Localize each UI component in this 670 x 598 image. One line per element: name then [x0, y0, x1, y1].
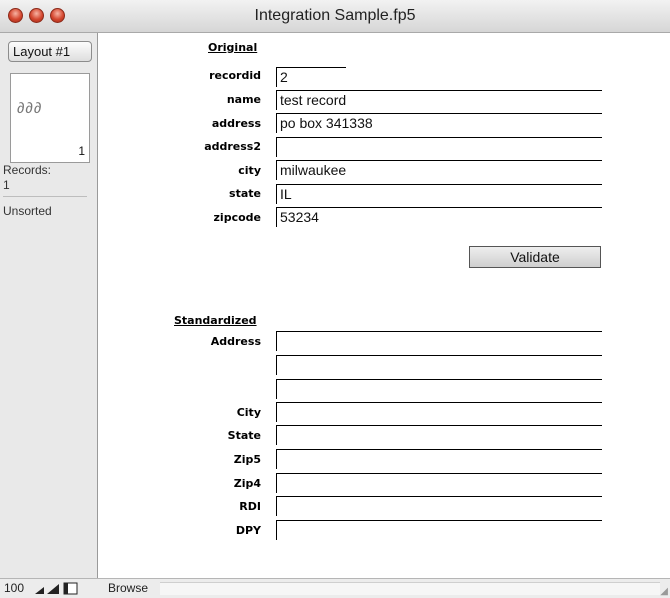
- book-page: ∂∂∂ 1: [10, 73, 90, 163]
- original-heading: Original: [208, 41, 258, 54]
- name-label: name: [226, 93, 261, 106]
- ring-binder-icon: ∂∂∂: [17, 100, 43, 117]
- records-count: 1: [3, 178, 10, 192]
- std-dpy-label: DPY: [235, 524, 261, 537]
- filemaker-window: Integration Sample.fp5 Layout #1 ∂∂∂ 1 R…: [0, 0, 670, 598]
- std-zip5-field[interactable]: [276, 449, 602, 469]
- state-field[interactable]: IL: [276, 184, 602, 204]
- window-title: Integration Sample.fp5: [254, 7, 416, 24]
- std-zip5-label: Zip5: [233, 453, 261, 466]
- name-field[interactable]: test record: [276, 90, 602, 110]
- recordid-field[interactable]: 2: [276, 67, 346, 87]
- record-number: 1: [78, 144, 85, 158]
- records-label: Records:: [3, 163, 52, 177]
- zoom-out-icon[interactable]: [35, 587, 44, 594]
- layout-body: Original recordid 2 name test record add…: [98, 33, 670, 578]
- zoom-in-icon[interactable]: [47, 584, 59, 594]
- address2-field[interactable]: [276, 137, 602, 157]
- validate-button[interactable]: Validate: [469, 246, 601, 268]
- sort-status: Unsorted: [3, 204, 52, 218]
- std-zip4-label: Zip4: [233, 477, 261, 490]
- std-rdi-field[interactable]: [276, 496, 602, 516]
- std-address-field[interactable]: [276, 331, 602, 351]
- city-label: city: [238, 164, 261, 177]
- resize-grip-icon[interactable]: ◢: [660, 586, 668, 597]
- status-area: Layout #1 ∂∂∂ 1 Records: 1 Unsorted: [0, 33, 98, 578]
- zipcode-field[interactable]: 53234: [276, 207, 602, 227]
- state-label: state: [229, 187, 261, 200]
- layout-menu[interactable]: Layout #1: [8, 41, 92, 62]
- std-zip4-field[interactable]: [276, 473, 602, 493]
- city-field[interactable]: milwaukee: [276, 160, 602, 180]
- zipcode-label: zipcode: [213, 211, 261, 224]
- title-bar: Integration Sample.fp5: [0, 0, 670, 33]
- status-area-toggle-icon[interactable]: [63, 582, 78, 595]
- std-state-label: State: [227, 429, 261, 442]
- zoom-level[interactable]: 100: [4, 581, 24, 595]
- std-city-label: City: [236, 406, 261, 419]
- std-address-line3-field[interactable]: [276, 379, 602, 399]
- std-state-field[interactable]: [276, 425, 602, 445]
- address-label: address: [211, 117, 261, 130]
- sidebar-divider: [3, 196, 87, 197]
- std-address-line2-field[interactable]: [276, 355, 602, 375]
- status-bar: 100 Browse ◢: [0, 578, 670, 598]
- horizontal-scrollbar[interactable]: [160, 582, 660, 595]
- recordid-label: recordid: [209, 69, 261, 82]
- std-rdi-label: RDI: [239, 500, 261, 513]
- std-address-label: Address: [210, 335, 261, 348]
- std-dpy-field[interactable]: [276, 520, 602, 540]
- std-city-field[interactable]: [276, 402, 602, 422]
- zoom-controls: [35, 582, 78, 595]
- address2-label: address2: [204, 140, 261, 153]
- address-field[interactable]: po box 341338: [276, 113, 602, 133]
- mode-indicator[interactable]: Browse: [108, 581, 148, 595]
- book-icon[interactable]: ∂∂∂ 1: [10, 73, 92, 163]
- standardized-heading: Standardized: [174, 314, 257, 327]
